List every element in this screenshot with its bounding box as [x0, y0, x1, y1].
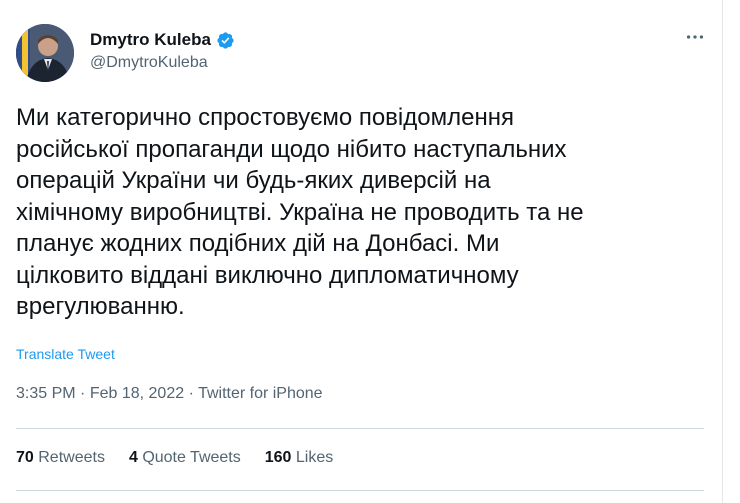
tweet-time[interactable]: 3:35 PM	[16, 385, 76, 402]
author-name[interactable]: Dmytro Kuleba	[90, 30, 211, 50]
likes-count: 160	[264, 449, 292, 466]
author-handle[interactable]: @DmytroKuleba	[90, 54, 235, 72]
meta-separator: ·	[80, 385, 90, 402]
quote-tweets-stat[interactable]: 4 Quote Tweets	[129, 449, 241, 467]
scrollbar[interactable]	[722, 0, 740, 503]
more-horizontal-icon[interactable]	[680, 26, 710, 50]
avatar[interactable]	[16, 24, 74, 82]
translate-tweet-link[interactable]: Translate Tweet	[16, 346, 115, 362]
tweet-date[interactable]: Feb 18, 2022	[90, 385, 184, 402]
tweet-meta: 3:35 PM · Feb 18, 2022 · Twitter for iPh…	[16, 385, 323, 403]
engagement-stats: 70 Retweets 4 Quote Tweets 160 Likes	[16, 449, 333, 467]
meta-separator: ·	[188, 385, 199, 402]
divider	[16, 428, 704, 429]
retweets-label: Retweets	[38, 449, 105, 466]
divider	[16, 490, 704, 491]
retweets-count: 70	[16, 449, 34, 466]
likes-stat[interactable]: 160 Likes	[265, 449, 334, 467]
tweet-header: Dmytro Kuleba @DmytroKuleba	[16, 24, 716, 86]
author-block: Dmytro Kuleba @DmytroKuleba	[90, 30, 235, 72]
tweet-card: Dmytro Kuleba @DmytroKuleba Ми категорич…	[0, 0, 722, 503]
quotes-count: 4	[128, 449, 138, 466]
verified-badge-icon	[216, 31, 235, 50]
likes-label: Likes	[295, 449, 334, 466]
retweets-stat[interactable]: 70 Retweets	[16, 449, 105, 467]
quotes-label: Quote Tweets	[142, 449, 241, 466]
tweet-source[interactable]: Twitter for iPhone	[198, 385, 323, 402]
tweet-text: Ми категорично спростовуємо повідомлення…	[16, 104, 584, 320]
